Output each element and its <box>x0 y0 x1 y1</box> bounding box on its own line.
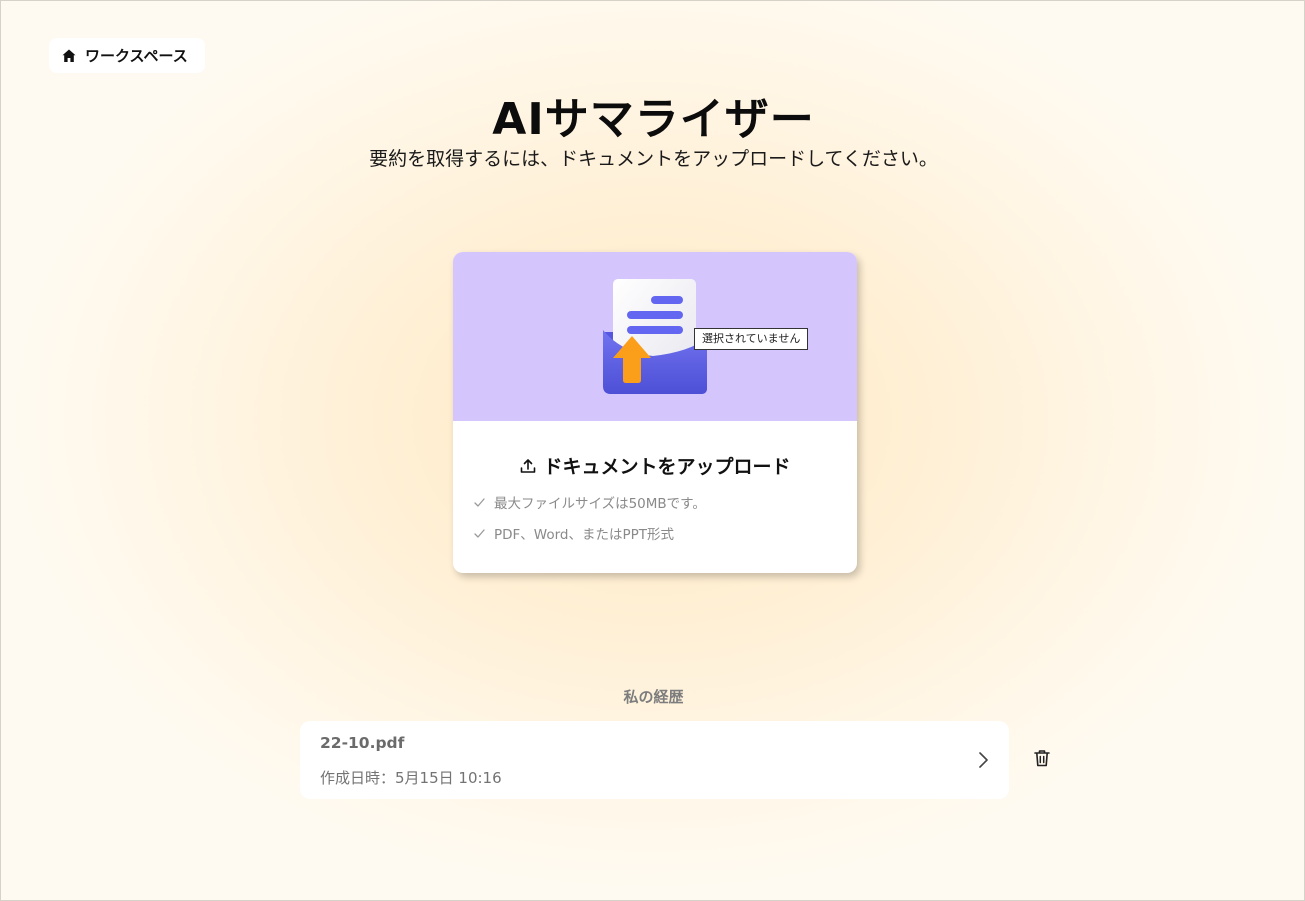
home-icon <box>61 48 77 64</box>
workspace-label: ワークスペース <box>85 47 188 65</box>
chevron-right-icon[interactable] <box>977 751 989 769</box>
trash-icon <box>1032 748 1052 772</box>
history-created-date: 作成日時：5月15日 10:16 <box>320 769 502 787</box>
feature-item: 最大ファイルサイズは50MBです。 <box>473 492 706 512</box>
upload-heading: ドキュメントをアップロード <box>453 452 857 479</box>
delete-button[interactable] <box>1031 749 1053 771</box>
check-icon <box>473 496 486 509</box>
check-icon <box>473 527 486 540</box>
history-item[interactable]: 22-10.pdf 作成日時：5月15日 10:16 <box>300 721 1009 799</box>
file-input-status: 選択されていません <box>694 328 809 350</box>
workspace-button[interactable]: ワークスペース <box>49 38 205 73</box>
history-file-name: 22-10.pdf <box>320 734 405 752</box>
feature-item: PDF、Word、またはPPT形式 <box>473 523 674 543</box>
page-title: AIサマライザー <box>492 94 815 145</box>
feature-text: 最大ファイルサイズは50MBです。 <box>494 496 706 512</box>
feature-text: PDF、Word、またはPPT形式 <box>494 527 675 543</box>
page-subtitle: 要約を取得するには、ドキュメントをアップロードしてください。 <box>369 148 938 170</box>
upload-illustration-area[interactable]: 選択されていません <box>453 252 857 421</box>
upload-card[interactable]: 選択されていません ドキュメントをアップロード 最大ファイルサイズは50MBです… <box>453 252 857 573</box>
upload-heading-label: ドキュメントをアップロード <box>543 456 791 478</box>
history-title: 私の経歴 <box>623 688 684 706</box>
upload-icon <box>519 457 537 475</box>
